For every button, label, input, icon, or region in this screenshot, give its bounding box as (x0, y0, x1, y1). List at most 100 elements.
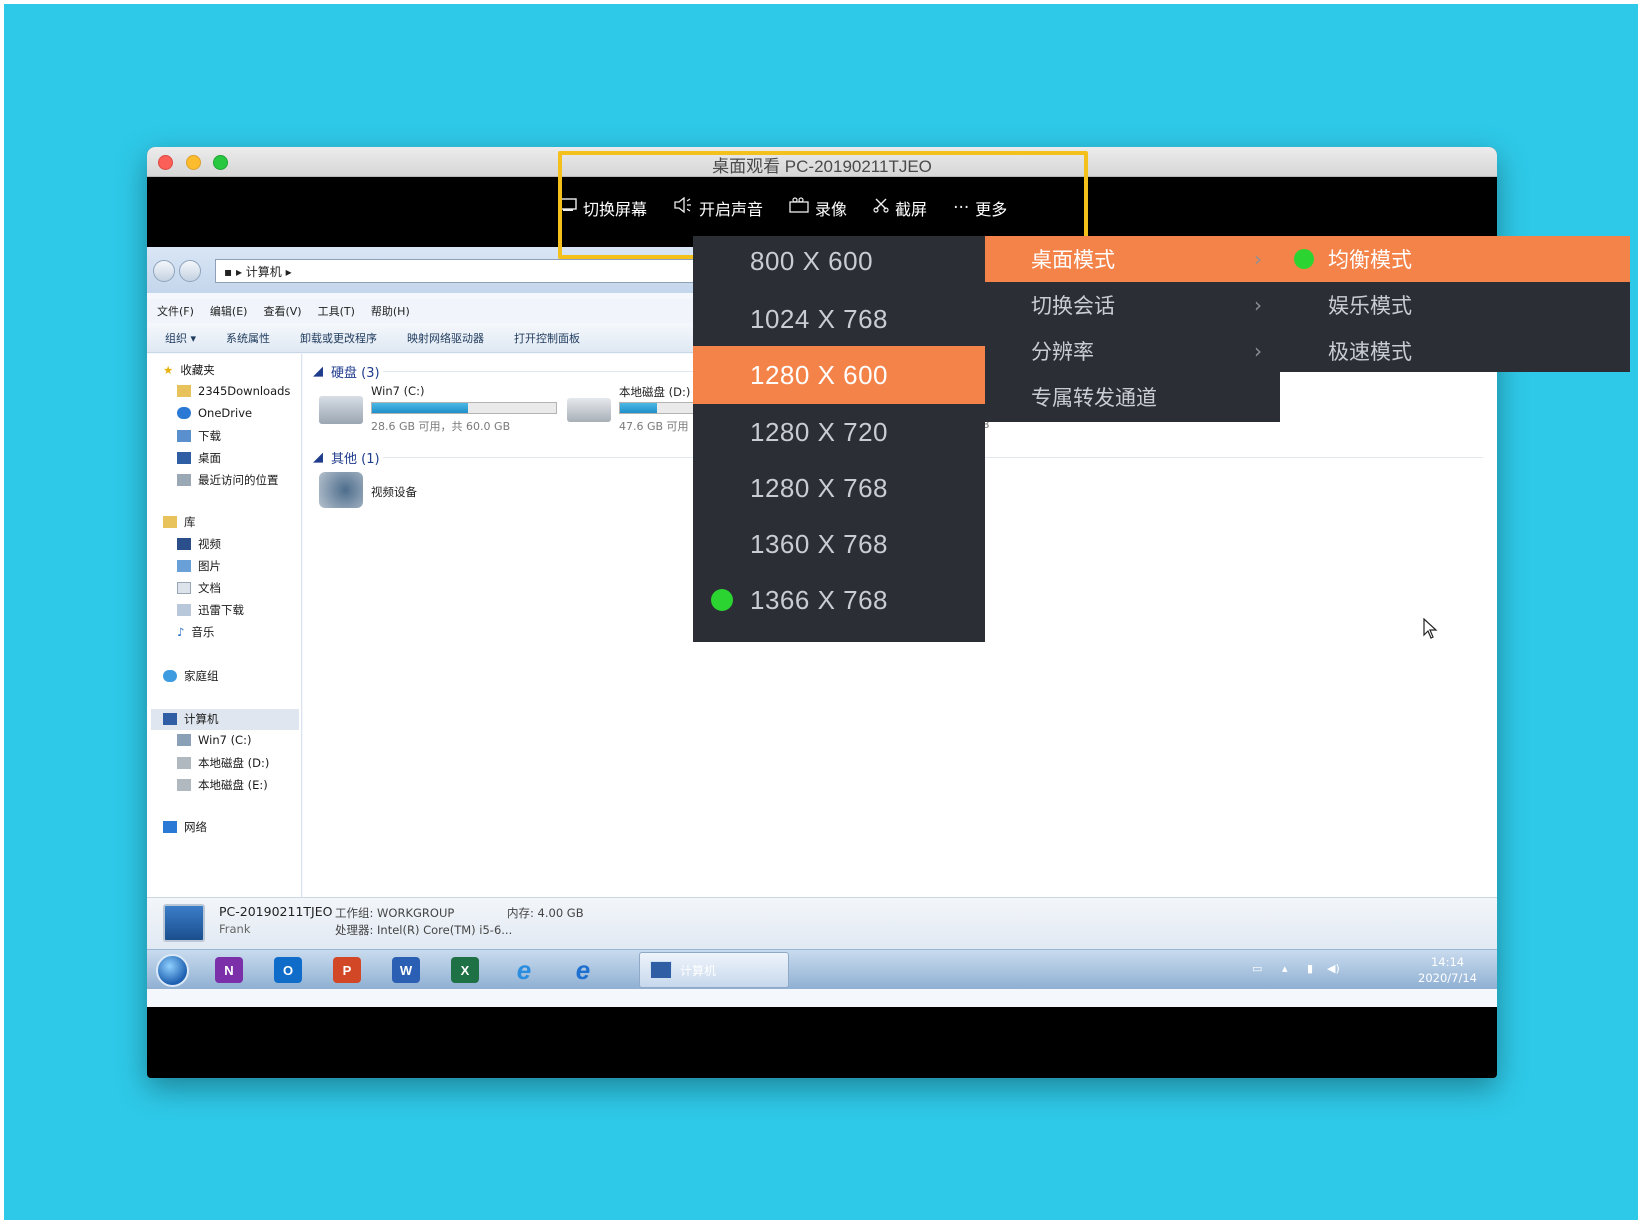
system-clock[interactable]: 14:14 2020/7/14 (1418, 954, 1477, 986)
word-icon[interactable]: W (392, 957, 420, 983)
menu-tools[interactable]: 工具(T) (318, 303, 355, 319)
nav-library[interactable]: 库 (163, 514, 196, 530)
nav-item-onedrive[interactable]: OneDrive (177, 406, 252, 420)
menu-item-dedicated-relay[interactable]: 专属转发通道 (985, 374, 1280, 420)
chevron-right-icon: › (1254, 247, 1262, 271)
menu-file[interactable]: 文件(F) (157, 303, 194, 319)
forward-button[interactable] (179, 260, 201, 282)
documents-icon (177, 582, 191, 594)
resolution-option[interactable]: 1360 X 768 (693, 515, 985, 573)
nav-item-downloads[interactable]: 下载 (177, 428, 221, 444)
drive-c-icon (319, 396, 363, 424)
selected-indicator-dot (711, 589, 733, 611)
excel-icon[interactable]: X (451, 957, 479, 983)
cmd-system-properties[interactable]: 系统属性 (226, 330, 270, 346)
nav-homegroup[interactable]: 家庭组 (163, 668, 219, 684)
resolution-option-highlighted[interactable]: 1280 X 600 (693, 346, 985, 404)
nav-item-xunlei[interactable]: 迅雷下载 (177, 602, 244, 618)
menu-item-switch-session[interactable]: 切换会话 › (985, 282, 1280, 328)
details-memory: 内存: 4.00 GB (507, 906, 584, 920)
powerpoint-icon[interactable]: P (333, 957, 361, 983)
chevron-right-icon: › (1254, 293, 1262, 317)
resolution-option-current[interactable]: 1366 X 768 (693, 571, 985, 629)
mode-option-speed[interactable]: 极速模式 (1280, 328, 1630, 374)
menu-view[interactable]: 查看(V) (263, 303, 301, 319)
webcam-icon (319, 472, 363, 508)
video-device-label: 视频设备 (371, 485, 417, 499)
taskbar-task-label: 计算机 (680, 963, 717, 978)
more-menu: 桌面模式 › 切换会话 › 分辨率 › 专属转发通道 (985, 236, 1280, 422)
computer-large-icon (163, 904, 205, 942)
group-header-drives[interactable]: ◢ 硬盘 (3) (313, 362, 380, 381)
nav-item-2345downloads[interactable]: 2345Downloads (177, 384, 290, 398)
resolution-option[interactable]: 1280 X 720 (693, 403, 985, 461)
drive-d-info: 47.6 GB 可用 (619, 420, 689, 433)
group-header-other[interactable]: ◢ 其他 (1) (313, 448, 380, 467)
drive-d-icon (567, 398, 611, 422)
nav-item-videos[interactable]: 视频 (177, 536, 221, 552)
cmd-open-control-panel[interactable]: 打开控制面板 (514, 330, 580, 346)
chevron-right-icon: › (1254, 339, 1262, 363)
menu-edit[interactable]: 编辑(E) (210, 303, 248, 319)
video-device-item[interactable]: 视频设备 (319, 470, 469, 514)
nav-favorites[interactable]: ★ 收藏夹 (163, 362, 215, 378)
nav-item-desktop[interactable]: 桌面 (177, 450, 221, 466)
onenote-icon[interactable]: N (215, 957, 243, 983)
computer-icon (163, 713, 177, 725)
resolution-option[interactable]: 800 X 600 (693, 236, 985, 290)
desktop-icon (177, 452, 191, 464)
tray-expand-icon[interactable]: ▴ (1282, 962, 1288, 975)
details-user: Frank (219, 922, 251, 936)
resolution-option[interactable]: 1280 X 768 (693, 459, 985, 517)
menu-help[interactable]: 帮助(H) (371, 303, 410, 319)
details-pane: PC-20190211TJEO 工作组: WORKGROUP 内存: 4.00 … (147, 897, 1497, 949)
volume-icon[interactable]: ◀) (1327, 962, 1340, 975)
windows-start-icon[interactable] (156, 954, 189, 987)
nav-item-recent[interactable]: 最近访问的位置 (177, 472, 279, 488)
nav-item-documents[interactable]: 文档 (177, 580, 221, 596)
drive-c-name: Win7 (C:) (371, 384, 425, 398)
video-library-icon (177, 538, 191, 550)
nav-network[interactable]: 网络 (163, 819, 207, 835)
resolution-option[interactable]: 1024 X 768 (693, 290, 985, 348)
windows-taskbar: N O P W X e e 计算机 ▭ ▴ ▮ ◀) 14:14 2020/7/… (147, 949, 1497, 989)
nav-item-music[interactable]: ♪ 音乐 (177, 624, 214, 640)
music-icon: ♪ (177, 625, 185, 639)
drive-c-item[interactable]: Win7 (C:) 28.6 GB 可用，共 60.0 GB (319, 384, 559, 434)
mode-option-balanced[interactable]: 均衡模式 (1280, 236, 1630, 282)
details-pc-name: PC-20190211TJEO (219, 904, 333, 919)
keyboard-icon[interactable]: ▭ (1252, 962, 1262, 975)
clock-time: 14:14 (1430, 955, 1465, 969)
selected-indicator-dot (1294, 249, 1314, 269)
nav-item-pictures[interactable]: 图片 (177, 558, 221, 574)
collapse-arrow-icon: ◢ (313, 364, 323, 379)
nav-computer[interactable]: 计算机 (163, 711, 219, 727)
taskbar-explorer-button[interactable]: 计算机 (639, 952, 789, 988)
nav-item-drive-d[interactable]: 本地磁盘 (D:) (177, 755, 269, 771)
drive-c-usage-fill (372, 403, 468, 413)
nav-item-drive-e[interactable]: 本地磁盘 (E:) (177, 777, 268, 793)
address-text: 计算机 (245, 265, 282, 279)
outlook-icon[interactable]: O (274, 957, 302, 983)
drive-icon (177, 779, 191, 791)
cloud-icon (177, 407, 191, 419)
folder-icon (177, 385, 191, 397)
cmd-organize[interactable]: 组织 ▾ (165, 330, 196, 346)
cmd-uninstall-program[interactable]: 卸载或更改程序 (300, 330, 377, 346)
mode-option-entertainment[interactable]: 娱乐模式 (1280, 282, 1630, 328)
download-icon (177, 430, 191, 442)
computer-icon (650, 961, 672, 979)
clock-date: 2020/7/14 (1418, 971, 1477, 985)
battery-icon[interactable]: ▮ (1307, 962, 1313, 975)
resolution-menu: 800 X 600 1024 X 768 1280 X 600 1280 X 7… (693, 236, 985, 642)
back-button[interactable] (153, 260, 175, 282)
drive-icon (177, 757, 191, 769)
cmd-map-network-drive[interactable]: 映射网络驱动器 (407, 330, 484, 346)
edge-browser-icon[interactable]: e (569, 955, 597, 985)
ie-browser-icon[interactable]: e (510, 955, 538, 985)
downloads-library-icon (177, 604, 191, 616)
drive-c-info: 28.6 GB 可用，共 60.0 GB (371, 420, 511, 433)
menu-item-desktop-mode[interactable]: 桌面模式 › (985, 236, 1280, 282)
nav-item-drive-c[interactable]: Win7 (C:) (177, 733, 251, 747)
menu-item-resolution[interactable]: 分辨率 › (985, 328, 1280, 374)
